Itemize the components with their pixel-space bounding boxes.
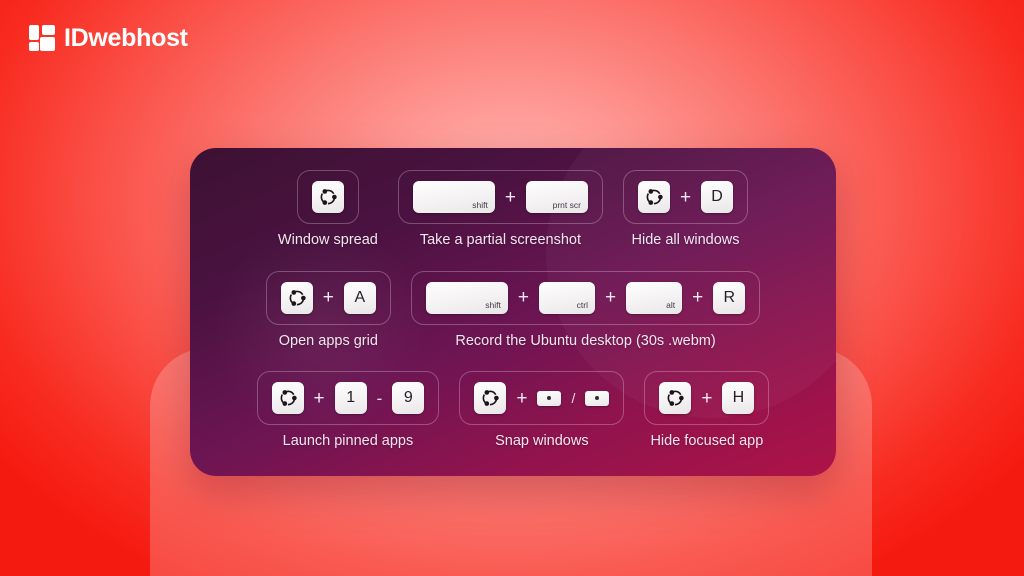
keycombo-hide-focused-app: + H <box>644 371 770 426</box>
shortcut-record-desktop[interactable]: shift + ctrl + alt + R Record the Ubuntu deskto… <box>410 270 761 350</box>
shortcut-row: +1-9 Launch pinned apps + / Snap windows + H Hi… <box>214 371 812 458</box>
keycombo-record-desktop: shift + ctrl + alt + R <box>410 270 761 325</box>
slide-canvas: IDwebhost Window spread shift + prnt scr Tak… <box>0 0 1024 576</box>
plus-separator: + <box>605 287 617 309</box>
shortcut-open-apps-grid[interactable]: + A Open apps grid <box>265 270 391 350</box>
caption-launch-pinned-apps: Launch pinned apps <box>282 433 414 450</box>
key-ubuntu-logo-icon[interactable] <box>311 181 344 213</box>
plus-separator: + <box>701 387 713 409</box>
shortcut-hide-all-windows[interactable]: + D Hide all windows <box>622 170 749 249</box>
plus-separator: + <box>516 387 528 409</box>
caption-hide-all-windows: Hide all windows <box>631 232 740 248</box>
caption-window-spread: Window spread <box>277 232 378 248</box>
key-ubuntu-logo-icon[interactable] <box>280 281 313 314</box>
shortcut-row: + A Open apps grid shift + ctrl + alt + R Record t… <box>214 270 812 358</box>
key-h[interactable]: H <box>722 382 755 415</box>
key-1[interactable]: 1 <box>334 382 367 415</box>
key-r[interactable]: R <box>713 281 746 314</box>
slash-separator: / <box>571 390 576 407</box>
brand-name: IDwebhost <box>64 23 188 52</box>
ubuntu-shortcuts-card: Window spread shift + prnt scr Take a partia… <box>190 148 836 476</box>
plus-separator: + <box>313 387 325 409</box>
shortcut-snap-windows[interactable]: + / Snap windows <box>459 371 625 450</box>
idwebhost-logo-icon <box>29 25 55 51</box>
key-ubuntu-logo-icon[interactable] <box>474 382 507 415</box>
keycombo-snap-windows: + / <box>459 371 625 426</box>
shortcut-rows: Window spread shift + prnt scr Take a partia… <box>214 170 812 458</box>
caption-partial-screenshot: Take a partial screenshot <box>419 232 582 248</box>
shortcut-partial-screenshot[interactable]: shift + prnt scr Take a partial screenshot <box>397 170 603 249</box>
keycombo-open-apps-grid: + A <box>265 270 391 325</box>
plus-separator: + <box>517 287 529 309</box>
brand-logo: IDwebhost <box>29 25 188 51</box>
key-alt[interactable]: alt <box>626 281 683 314</box>
key-arrow-right-key-icon[interactable] <box>585 390 610 406</box>
key-prnt-scr[interactable]: prnt scr <box>525 181 588 213</box>
key-d[interactable]: D <box>701 181 734 213</box>
plus-separator: + <box>679 186 692 208</box>
shortcut-row: Window spread shift + prnt scr Take a partia… <box>214 170 812 257</box>
shortcut-window-spread[interactable]: Window spread <box>278 170 378 249</box>
caption-open-apps-grid: Open apps grid <box>278 332 378 349</box>
key-ubuntu-logo-icon[interactable] <box>637 181 670 213</box>
key-arrow-left-key-icon[interactable] <box>537 390 562 406</box>
key-shift[interactable]: shift <box>425 281 508 314</box>
keycombo-partial-screenshot: shift + prnt scr <box>397 170 603 224</box>
keycombo-hide-all-windows: + D <box>622 170 749 224</box>
key-a[interactable]: A <box>343 281 376 314</box>
key-ubuntu-logo-icon[interactable] <box>659 382 692 415</box>
key-shift[interactable]: shift <box>412 181 495 213</box>
caption-record-desktop: Record the Ubuntu desktop (30s .webm) <box>455 332 716 349</box>
plus-separator: + <box>322 287 334 309</box>
key-ctrl[interactable]: ctrl <box>539 281 595 314</box>
caption-snap-windows: Snap windows <box>495 433 589 450</box>
plus-separator: + <box>504 186 516 208</box>
key-9[interactable]: 9 <box>392 382 425 415</box>
shortcut-hide-focused-app[interactable]: + H Hide focused app <box>644 371 770 450</box>
caption-hide-focused-app: Hide focused app <box>650 433 764 450</box>
key-ubuntu-logo-icon[interactable] <box>271 382 304 415</box>
keycombo-launch-pinned-apps: +1-9 <box>256 371 440 426</box>
keycombo-window-spread <box>296 170 359 224</box>
shortcut-launch-pinned-apps[interactable]: +1-9 Launch pinned apps <box>256 371 440 450</box>
plus-separator: + <box>692 287 704 309</box>
range-separator: - <box>376 388 383 408</box>
